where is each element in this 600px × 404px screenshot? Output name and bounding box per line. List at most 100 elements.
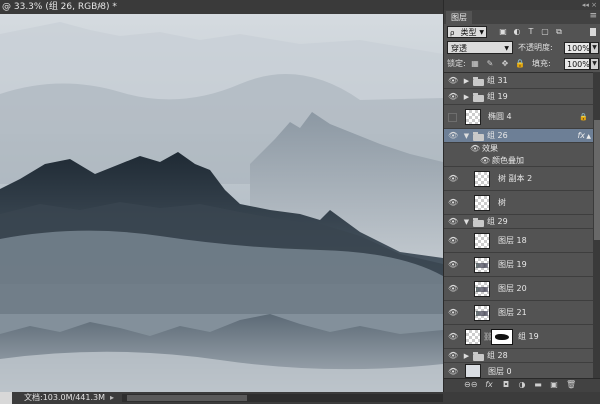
layer-row-group-28[interactable]: 👁 ▶ 组 28	[444, 349, 593, 363]
collapse-arrow-icon[interactable]: ▼	[463, 132, 470, 140]
status-bar: 文档:103.0M/441.3M ▸	[0, 392, 600, 404]
layer-name: 颜色叠加	[492, 156, 524, 165]
horizontal-scroll-thumb[interactable]	[127, 395, 247, 401]
eye-icon[interactable]: 👁	[448, 309, 458, 317]
filter-kind-select[interactable]: ρ 类型 ▼	[447, 26, 487, 38]
layer-row-layer-19[interactable]: 👁 图层 19	[444, 253, 593, 277]
layer-thumbnail	[474, 257, 490, 273]
chevron-down-icon: ▼	[504, 45, 509, 52]
type-filter-icon[interactable]: T	[526, 27, 536, 37]
layer-row-group-19-mask[interactable]: 👁 ⛓ 组 19	[444, 325, 593, 349]
adjustment-filter-icon[interactable]: ◐	[512, 27, 522, 37]
close-document-icon[interactable]: ×	[95, 0, 105, 14]
horizontal-scrollbar[interactable]	[122, 394, 443, 402]
fill-label: 填充:	[532, 59, 551, 68]
status-menu-arrow-icon[interactable]: ▸	[110, 392, 114, 404]
document-tab[interactable]: @ 33.3% (组 26, RGB/8) * ×	[0, 0, 443, 14]
opacity-field[interactable]: 100%	[564, 42, 590, 54]
smart-object-filter-icon[interactable]: ⧉	[554, 27, 564, 37]
lock-all-icon[interactable]: 🔒	[515, 59, 525, 69]
layer-row-group-26[interactable]: 👁 ▼ 组 26 fx ▲	[444, 129, 593, 143]
eye-icon[interactable]: 👁	[470, 145, 480, 153]
visibility-off-box[interactable]	[448, 113, 457, 122]
layer-thumbnail	[465, 329, 481, 345]
document-size-info: 文档:103.0M/441.3M	[24, 393, 105, 402]
layers-panel: ◂◂ × 图层 ≡ ρ 类型 ▼ ▣ ◐ T ▢ ⧉ 穿透 ▼ 不透明度: 100% ▼…	[443, 0, 600, 392]
lock-image-pixels-icon[interactable]: ✎	[485, 59, 495, 69]
tab-layers[interactable]: 图层	[446, 11, 472, 24]
eye-icon[interactable]: 👁	[448, 237, 458, 245]
zoom-level-box[interactable]	[0, 392, 12, 404]
eye-icon[interactable]: 👁	[448, 352, 458, 360]
eye-icon[interactable]: 👁	[448, 77, 458, 85]
folder-icon	[473, 93, 484, 102]
search-icon: ρ	[450, 29, 455, 37]
layer-row-group-29[interactable]: 👁 ▼ 组 29	[444, 215, 593, 229]
eye-icon[interactable]: 👁	[480, 157, 490, 165]
layer-row-layer-20[interactable]: 👁 图层 20	[444, 277, 593, 301]
layer-name: 组 31	[487, 76, 508, 85]
shape-filter-icon[interactable]: ▢	[540, 27, 550, 37]
blend-mode-select[interactable]: 穿透 ▼	[447, 41, 513, 54]
layer-row-layer-21[interactable]: 👁 图层 21	[444, 301, 593, 325]
layer-thumbnail	[465, 364, 481, 378]
blend-opacity-row: 穿透 ▼ 不透明度: 100% ▼	[444, 40, 600, 56]
expand-arrow-icon[interactable]: ▶	[463, 352, 470, 360]
expand-arrow-icon[interactable]: ▶	[463, 77, 470, 85]
eye-icon[interactable]: 👁	[448, 261, 458, 269]
eye-icon[interactable]: 👁	[448, 285, 458, 293]
fx-icon[interactable]: fx	[484, 380, 494, 390]
lock-label: 锁定:	[447, 59, 466, 68]
opacity-dropdown-icon[interactable]: ▼	[590, 42, 599, 54]
new-layer-icon[interactable]: ▣	[549, 380, 559, 390]
folder-icon	[473, 218, 484, 227]
eye-icon[interactable]: 👁	[448, 368, 458, 376]
lock-position-icon[interactable]: ✥	[500, 59, 510, 69]
eye-icon[interactable]: 👁	[448, 218, 458, 226]
eye-icon[interactable]: 👁	[448, 132, 458, 140]
eye-icon[interactable]: 👁	[448, 175, 458, 183]
expand-arrow-icon[interactable]: ▶	[463, 93, 470, 101]
eye-icon[interactable]: 👁	[448, 333, 458, 341]
eye-icon[interactable]: 👁	[448, 199, 458, 207]
layer-row-group-19[interactable]: 👁 ▶ 组 19	[444, 89, 593, 105]
eye-icon[interactable]: 👁	[448, 93, 458, 101]
layer-row-effects[interactable]: 👁 效果	[444, 143, 593, 155]
link-layers-icon[interactable]: ⊖⊖	[464, 380, 477, 390]
lock-icon: 🔒	[579, 113, 588, 121]
new-group-icon[interactable]: ▬	[533, 380, 543, 390]
filter-icons: ▣ ◐ T ▢ ⧉	[498, 27, 568, 37]
layer-row-color-overlay[interactable]: 👁 颜色叠加	[444, 155, 593, 167]
layer-thumbnail	[474, 233, 490, 249]
layer-row-layer-18[interactable]: 👁 图层 18	[444, 229, 593, 253]
layer-mask-thumbnail[interactable]	[491, 329, 513, 345]
layer-name: 图层 20	[498, 284, 527, 293]
collapse-arrow-icon[interactable]: ▼	[463, 218, 470, 226]
fx-icon[interactable]: fx	[577, 131, 585, 140]
document-canvas[interactable]	[0, 14, 443, 392]
layer-thumbnail	[474, 195, 490, 211]
filter-kind-label: 类型	[460, 28, 477, 37]
fill-dropdown-icon[interactable]: ▼	[590, 58, 599, 70]
layer-name: 组 28	[487, 351, 508, 360]
layers-scroll-thumb[interactable]	[594, 120, 600, 240]
chevron-down-icon: ▼	[479, 29, 484, 36]
layer-row-tree[interactable]: 👁 树	[444, 191, 593, 215]
layer-row-tree-copy-2[interactable]: 👁 树 副本 2	[444, 167, 593, 191]
pixel-filter-icon[interactable]: ▣	[498, 27, 508, 37]
opacity-label: 不透明度:	[518, 43, 553, 52]
layer-row-group-31[interactable]: 👁 ▶ 组 31	[444, 73, 593, 89]
layer-row-layer-0[interactable]: 👁 图层 0	[444, 363, 593, 379]
fx-toggle-icon[interactable]: ▲	[586, 133, 591, 140]
delete-layer-icon[interactable]: 🗑	[566, 380, 576, 390]
fill-field[interactable]: 100%	[564, 58, 590, 70]
filter-toggle-switch[interactable]	[590, 28, 596, 36]
layer-name: 椭圆 4	[488, 112, 512, 121]
add-mask-icon[interactable]: ◘	[501, 380, 511, 390]
layers-vertical-scrollbar[interactable]	[593, 72, 600, 378]
panel-menu-icon[interactable]: ≡	[589, 11, 597, 21]
layer-row-ellipse-4[interactable]: 椭圆 4 🔒	[444, 105, 593, 129]
lock-transparent-pixels-icon[interactable]: ▦	[470, 59, 480, 69]
adjustment-layer-icon[interactable]: ◑	[517, 380, 527, 390]
panel-collapse-close-controls[interactable]: ◂◂ ×	[582, 0, 597, 10]
